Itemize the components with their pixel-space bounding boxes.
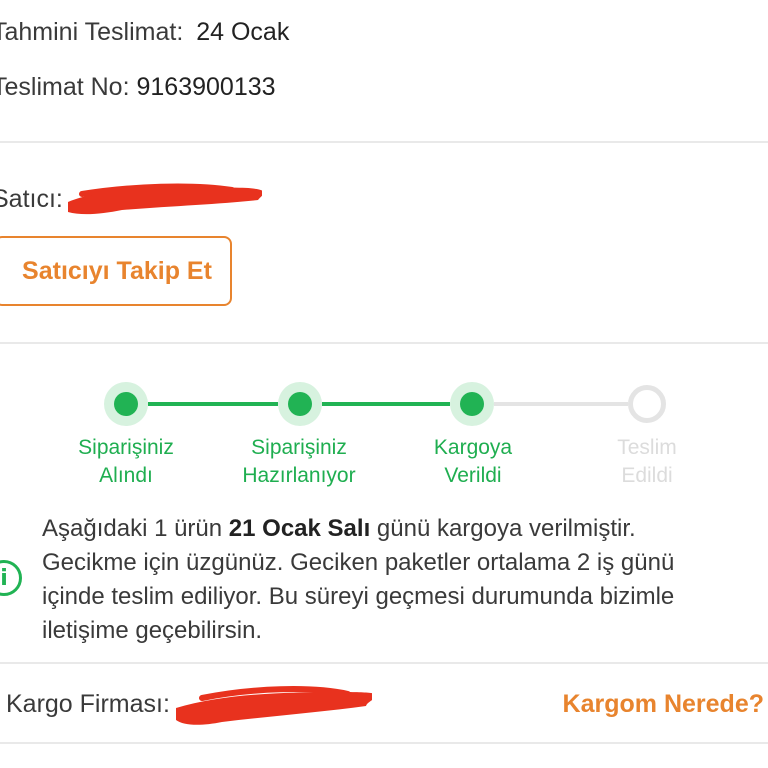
delivery-number-label: Teslimat No: bbox=[0, 73, 130, 101]
info-line-1: Aşağıdaki 1 ürün 21 Ocak Salı günü kargo… bbox=[42, 512, 768, 546]
section-divider bbox=[0, 742, 768, 744]
step-dot-order-preparing bbox=[278, 382, 322, 426]
info-line-2: Gecikme için üzgünüz. Geciken paketler o… bbox=[42, 549, 675, 576]
section-divider bbox=[0, 662, 768, 664]
step-dot-order-received bbox=[104, 382, 148, 426]
info-text-part: Aşağıdaki 1 ürün bbox=[42, 515, 229, 542]
section-divider bbox=[0, 342, 768, 344]
delivery-number-value: 9163900133 bbox=[136, 73, 276, 101]
track-cargo-link[interactable]: Kargom Nerede? bbox=[563, 690, 764, 719]
step-label-line: Kargoya bbox=[433, 436, 513, 459]
follow-seller-button[interactable]: Satıcıyı Takip Et bbox=[0, 236, 232, 306]
section-divider bbox=[0, 141, 768, 143]
step-label-delivered: Teslim Edildi bbox=[567, 434, 727, 490]
step-label-line: Alındı bbox=[99, 464, 153, 487]
info-text-part: günü kargoya verilmiştir. bbox=[370, 515, 636, 542]
step-label-order-preparing: Siparişiniz Hazırlanıyor bbox=[219, 434, 379, 490]
info-line-4: iletişime geçebilirsin. bbox=[42, 617, 263, 644]
info-icon: i bbox=[0, 560, 22, 596]
estimated-delivery-label: Tahmini Teslimat: bbox=[0, 18, 184, 46]
seller-name-redaction bbox=[68, 183, 262, 215]
step-connector-1 bbox=[148, 402, 278, 406]
seller-row: Satıcı: bbox=[0, 185, 63, 214]
step-label-shipped: Kargoya Verildi bbox=[393, 434, 553, 490]
step-label-line: Siparişiniz bbox=[251, 436, 347, 459]
step-dot-shipped bbox=[450, 382, 494, 426]
shipping-info-message: Aşağıdaki 1 ürün 21 Ocak Salı günü kargo… bbox=[42, 512, 768, 648]
step-connector-3 bbox=[494, 402, 628, 406]
estimated-delivery-value: 24 Ocak bbox=[196, 18, 290, 46]
step-label-line: Siparişiniz bbox=[78, 436, 174, 459]
info-ship-date: 21 Ocak Salı bbox=[228, 515, 371, 542]
step-label-line: Hazırlanıyor bbox=[242, 464, 356, 487]
step-dot-delivered bbox=[628, 385, 666, 423]
step-label-line: Teslim bbox=[617, 436, 677, 459]
delivery-number-row: Teslimat No: 9163900133 bbox=[0, 73, 276, 102]
step-label-line: Verildi bbox=[444, 464, 502, 487]
cargo-company-redaction bbox=[176, 686, 372, 725]
step-label-line: Edildi bbox=[621, 464, 673, 487]
estimated-delivery-row: Tahmini Teslimat: 24 Ocak bbox=[0, 18, 289, 47]
info-line-3: içinde teslim ediliyor. Bu süreyi geçmes… bbox=[42, 583, 675, 610]
step-label-order-received: Siparişiniz Alındı bbox=[46, 434, 206, 490]
cargo-company-label: Kargo Firması: bbox=[6, 690, 170, 718]
step-connector-2 bbox=[322, 402, 450, 406]
seller-label: Satıcı: bbox=[0, 185, 63, 213]
